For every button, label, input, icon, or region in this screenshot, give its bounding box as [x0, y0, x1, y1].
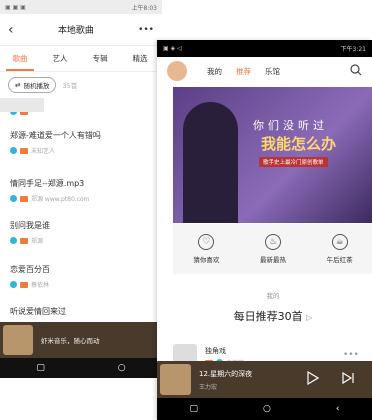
- song-title: 郑源-难道爱一个人有错吗: [10, 131, 101, 140]
- album-art: [160, 364, 191, 395]
- player-artist: 王力宏: [199, 384, 218, 391]
- song-placeholder: [0, 98, 44, 112]
- status-time: 上午8:03: [131, 4, 157, 12]
- quality-icon: [20, 195, 28, 202]
- player-song-title: 12.星期六的深夜: [199, 370, 253, 378]
- local-icon: [10, 237, 17, 244]
- avatar[interactable]: [167, 61, 187, 81]
- quick-label: 午后红茶: [326, 256, 353, 264]
- tab-underline: [6, 69, 34, 71]
- tea-icon: ☕: [331, 234, 348, 250]
- song-artist: 郑源 www.pt80.com: [31, 196, 90, 203]
- list-item[interactable]: 郑源-难道爱一个人有错吗 未知艺人: [0, 130, 162, 170]
- song-title: 别问我是谁: [10, 221, 50, 230]
- tab-featured[interactable]: 精选: [120, 53, 160, 64]
- daily-title-text: 每日推荐30首: [233, 310, 303, 323]
- quick-label: 最新最热: [259, 256, 286, 264]
- back-nav-bar: ▢ ○: [0, 358, 162, 378]
- song-artist: 郑源: [31, 238, 44, 245]
- album-art: [3, 325, 33, 355]
- artist-photo: [183, 102, 238, 223]
- promo-banner[interactable]: 你们没听过 我能怎么办 歌手史上最冷门原创歌单: [173, 87, 372, 223]
- list-item[interactable]: [0, 98, 162, 120]
- shuffle-row: ⇄ 随机播放 35首: [0, 72, 162, 98]
- tab-albums[interactable]: 专辑: [80, 53, 120, 64]
- daily-recommend-title[interactable]: 每日推荐30首 ▷: [173, 308, 372, 324]
- flame-icon: ♨: [264, 234, 281, 250]
- shuffle-icon: ⇄: [15, 81, 21, 89]
- song-title: 情同手足--郑源.mp3: [10, 179, 85, 188]
- quality-icon: [20, 281, 28, 288]
- back-tabs: 歌曲 艺人 专辑 精选: [0, 46, 162, 72]
- home-icon[interactable]: ○: [118, 363, 126, 373]
- search-icon[interactable]: [350, 64, 362, 78]
- back-mini-player[interactable]: 虾米音乐，随心而动: [0, 322, 162, 358]
- tab-mine[interactable]: 我的: [207, 66, 222, 77]
- front-phone-screen: ▣ ◈ ◁ 下午3:21 我的 推荐 乐馆 你们没听过 我能怎么办 歌手史上最冷…: [157, 40, 372, 420]
- tab-recommend[interactable]: 推荐: [236, 66, 251, 77]
- quick-label: 猜你喜欢: [193, 256, 220, 264]
- quick-guess-like[interactable]: ♡ 猜你喜欢: [193, 234, 219, 264]
- section-label: 我的: [266, 292, 280, 300]
- front-mini-player[interactable]: 12.星期六的深夜 王力宏: [157, 361, 372, 398]
- status-icons: ▣ ◈ ◁: [163, 45, 182, 52]
- back-status-bar: ▣ ▣ ▣ 上午8:03: [0, 0, 162, 14]
- heart-icon: ♡: [198, 234, 215, 250]
- quick-latest-hot[interactable]: ♨ 最新最热: [260, 234, 286, 264]
- local-icon: [10, 195, 17, 202]
- banner-line3: 歌手史上最冷门原创歌单: [259, 157, 328, 167]
- quality-icon: [20, 147, 28, 154]
- page-title: 本地歌曲: [57, 26, 94, 36]
- list-item[interactable]: 别问我是谁 郑源: [0, 220, 162, 260]
- song-title: 独角戏: [205, 347, 226, 355]
- recents-icon[interactable]: ▢: [190, 404, 199, 414]
- front-status-bar: ▣ ◈ ◁ 下午3:21: [157, 40, 372, 57]
- more-icon[interactable]: •••: [343, 350, 359, 360]
- song-artist: 蔡依林: [31, 282, 50, 289]
- back-phone-screen: ▣ ▣ ▣ 上午8:03 ‹ 本地歌曲 ••• 歌曲 艺人 专辑 精选 ⇄ 随机…: [0, 0, 162, 420]
- front-header: 我的 推荐 乐馆: [157, 57, 372, 85]
- list-item[interactable]: 情同手足--郑源.mp3 郑源 www.pt80.com: [0, 178, 162, 218]
- play-icon[interactable]: [305, 371, 319, 385]
- status-icons: ▣ ▣ ▣: [5, 3, 26, 11]
- status-time: 下午3:21: [340, 46, 366, 53]
- shuffle-label: 随机播放: [23, 82, 50, 90]
- quick-afternoon-tea[interactable]: ☕ 午后红茶: [327, 234, 353, 264]
- banner-line2: 我能怎么办: [261, 135, 337, 153]
- tab-music-hall[interactable]: 乐馆: [265, 66, 280, 77]
- back-icon[interactable]: ‹: [336, 404, 340, 414]
- home-icon[interactable]: ○: [263, 404, 271, 414]
- recents-icon[interactable]: ▢: [36, 363, 45, 373]
- quick-entries: ♡ 猜你喜欢 ♨ 最新最热 ☕ 午后红茶: [173, 224, 372, 274]
- list-item[interactable]: 听说爱情回来过: [0, 306, 162, 322]
- list-item[interactable]: 恋爱百分百 蔡依林: [0, 264, 162, 304]
- local-icon: [10, 147, 17, 154]
- quality-icon: [20, 237, 28, 244]
- player-slogan: 虾米音乐，随心而动: [41, 337, 100, 345]
- shuffle-button[interactable]: ⇄ 随机播放: [8, 77, 57, 93]
- song-artist: 未知艺人: [31, 148, 56, 155]
- back-arrow-icon[interactable]: ‹: [8, 22, 14, 38]
- next-icon[interactable]: [341, 371, 355, 385]
- local-icon: [10, 281, 17, 288]
- front-nav-bar: ▢ ○ ‹: [157, 398, 372, 420]
- song-count: 35首: [62, 82, 78, 90]
- song-title: 听说爱情回来过: [10, 307, 66, 316]
- more-button[interactable]: •••: [138, 25, 154, 35]
- tab-artists[interactable]: 艺人: [40, 53, 80, 64]
- tab-songs[interactable]: 歌曲: [0, 53, 40, 64]
- banner-line1: 你们没听过: [253, 119, 328, 132]
- back-header: ‹ 本地歌曲 •••: [0, 14, 162, 46]
- play-circle-icon[interactable]: ▷: [306, 313, 312, 322]
- song-title: 恋爱百分百: [10, 265, 50, 274]
